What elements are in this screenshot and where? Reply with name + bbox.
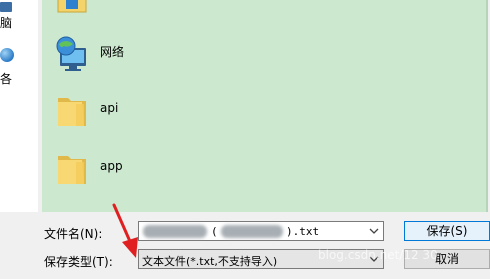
- list-item[interactable]: api: [42, 84, 488, 136]
- nav-item-network[interactable]: 各: [0, 44, 32, 86]
- navigation-pane: 脑 各: [0, 0, 38, 212]
- network-icon: [56, 36, 86, 71]
- filetype-value: 文本文件(*.txt,不支持导入): [142, 255, 278, 268]
- watermark-text: blog.csdn.net/12 30: [318, 248, 438, 262]
- redacted-text: [143, 225, 207, 238]
- list-item[interactable]: app: [42, 142, 488, 194]
- filename-input[interactable]: ( ).txt: [138, 221, 384, 241]
- chevron-down-icon: [369, 228, 379, 234]
- filename-paren: (: [211, 225, 218, 238]
- filename-extension: ).txt: [286, 225, 320, 238]
- list-item[interactable]: 网络: [42, 26, 488, 78]
- filename-label: 文件名(N):: [44, 227, 103, 241]
- folder-icon: [58, 156, 86, 184]
- file-name: 网络: [100, 45, 125, 59]
- folder-icon: [58, 98, 86, 126]
- filetype-label: 保存类型(T):: [44, 255, 113, 269]
- save-form: 文件名(N): ( ).txt 保存(S) 保存类型(T): 文本文件(*.tx…: [0, 212, 490, 279]
- redacted-text: [221, 225, 283, 238]
- file-name: app: [100, 159, 123, 173]
- globe-icon: [0, 48, 14, 62]
- monitor-icon: [0, 2, 12, 12]
- file-list[interactable]: 网络 api app: [42, 0, 488, 212]
- list-item[interactable]: [42, 198, 488, 212]
- list-item[interactable]: [42, 0, 488, 22]
- nav-item-label: 各: [0, 72, 13, 86]
- monitor-icon: [57, 0, 87, 13]
- vertical-scrollbar[interactable]: [486, 0, 488, 212]
- save-button[interactable]: 保存(S): [404, 221, 490, 241]
- nav-item-label: 脑: [0, 16, 13, 30]
- file-name: api: [100, 101, 119, 115]
- filename-dropdown-button[interactable]: [365, 222, 383, 240]
- nav-item-this-pc[interactable]: 脑: [0, 0, 32, 34]
